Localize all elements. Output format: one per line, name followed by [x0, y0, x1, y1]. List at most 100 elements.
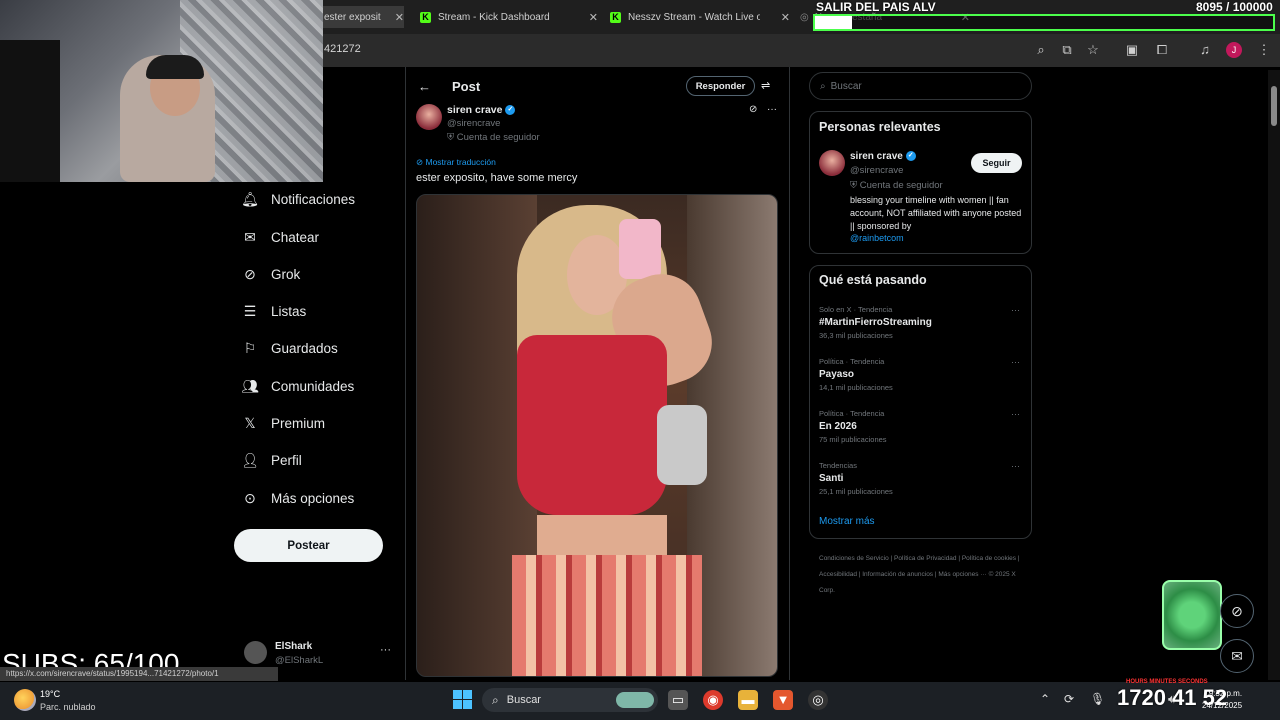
grok-icon[interactable]: ⊘ [749, 104, 757, 115]
avatar[interactable] [819, 150, 845, 176]
nav-perfil[interactable]: 👤︎ Perfil [241, 448, 302, 472]
translate-text: Mostrar traducción [425, 157, 496, 167]
reply-button[interactable]: Responder [686, 76, 755, 96]
mic-icon[interactable]: 🎙︎ [1090, 692, 1105, 706]
zoom-icon[interactable]: ⌕ [1033, 42, 1049, 58]
trend-item[interactable]: Política · Tendencia Payaso 14,1 mil pub… [819, 357, 1024, 392]
scrollbar[interactable] [1268, 70, 1280, 680]
trend-count: 14,1 mil publicaciones [819, 383, 893, 392]
close-icon[interactable]: ✕ [583, 11, 598, 24]
clock[interactable]: 9:32 p.m. 24/12/2025 [1202, 688, 1242, 712]
bookmark-star-icon[interactable]: ☆ [1085, 42, 1101, 58]
trend-count: 25,1 mil publicaciones [819, 487, 893, 496]
weather-temp[interactable]: 19°C [40, 689, 60, 699]
relevant-subscription: ⛨ Cuenta de seguidor [850, 180, 943, 191]
trend-name: #MartinFierroStreaming [819, 317, 932, 328]
clock-date: 24/12/2025 [1202, 701, 1243, 710]
search-icon: ⌕ [492, 692, 499, 707]
goal-count: 8095 / 100000 [1196, 0, 1273, 14]
chrome-icon: ◎ [800, 11, 809, 23]
trend-count: 36,3 mil publicaciones [819, 331, 893, 340]
profile-avatar[interactable]: J [1226, 42, 1242, 58]
sponsor-link[interactable]: @rainbetcom [850, 233, 904, 243]
person-icon: 👤︎ [241, 451, 259, 468]
nav-label: Listas [271, 303, 307, 319]
search-highlight-icon [616, 692, 654, 708]
more-icon[interactable]: ··· [1011, 409, 1020, 419]
more-icon[interactable]: ··· [1011, 357, 1020, 367]
weather-desc[interactable]: Parc. nublado [40, 702, 96, 712]
avatar[interactable] [416, 104, 442, 130]
trend-item[interactable]: Política · Tendencia En 2026 75 mil publ… [819, 409, 1024, 444]
grok-fab-icon[interactable]: ⊘ [1220, 594, 1254, 628]
translate-link[interactable]: ⊘ Mostrar traducción [416, 157, 496, 168]
obs-icon[interactable]: ◎ [808, 690, 828, 710]
account-handle[interactable]: @ElSharkL [275, 655, 323, 666]
webcam-overlay [0, 0, 323, 182]
nav-chatear[interactable]: ✉ Chatear [242, 225, 319, 249]
kick-icon: K [420, 11, 431, 23]
relevant-handle[interactable]: @sirencrave [850, 165, 903, 176]
back-arrow-icon[interactable]: ← [418, 79, 431, 94]
nav-listas[interactable]: ☰ Listas [242, 299, 307, 323]
trend-item[interactable]: Solo en X · Tendencia #MartinFierroStrea… [819, 305, 1024, 340]
nav-notificaciones[interactable]: 🔔︎ Notificaciones [241, 187, 355, 211]
media-icon[interactable]: ♫ [1197, 42, 1213, 58]
more-icon[interactable]: ··· [767, 104, 777, 115]
windows-start-icon[interactable] [453, 690, 472, 709]
more-circle-icon: ⊙ [244, 489, 256, 506]
relevant-sub-text: Cuenta de seguidor [859, 180, 943, 191]
account-name[interactable]: ElShark [275, 641, 312, 652]
menu-kebab-icon[interactable]: ⋮ [1256, 42, 1272, 58]
nav-grok[interactable]: ⊘ Grok [242, 262, 300, 286]
scrollbar-thumb[interactable] [1271, 86, 1277, 126]
weather-icon[interactable] [14, 689, 36, 711]
tab-nesszv-stream[interactable]: K Nesszv Stream - Watch Live on ✕ [610, 6, 790, 28]
search-placeholder: Buscar [830, 80, 862, 92]
status-url: https://x.com/sirencrave/status/1995194.… [0, 667, 278, 681]
relevant-name[interactable]: siren crave ✓ [850, 151, 916, 162]
post-button[interactable]: Postear [234, 529, 383, 562]
close-icon[interactable]: ✕ [389, 11, 404, 24]
more-icon[interactable]: ··· [380, 644, 391, 656]
nav-guardados[interactable]: ⚐ Guardados [242, 336, 338, 360]
sliders-icon[interactable]: ⇌ [761, 79, 770, 92]
tab-kick-dashboard[interactable]: K Stream - Kick Dashboard ✕ [420, 6, 598, 28]
more-icon[interactable]: ··· [1011, 305, 1020, 315]
nav-mas-opciones[interactable]: ⊙ Más opciones [242, 486, 354, 510]
close-icon[interactable]: ✕ [775, 11, 790, 24]
trend-item[interactable]: Tendencias Santi 25,1 mil publicaciones … [819, 461, 1024, 496]
goal-progress-bar [813, 14, 1275, 31]
chrome-icon[interactable]: ◉ [703, 690, 723, 710]
footer-links[interactable]: Condiciones de Servicio | Política de Pr… [819, 551, 1029, 599]
tab-x-post[interactable]: ester exposit ✕ [322, 6, 404, 28]
messages-fab-icon[interactable]: ✉ [1220, 639, 1254, 673]
file-explorer-icon[interactable]: ▬ [738, 690, 758, 710]
screenshot-icon[interactable]: ▣ [1124, 42, 1140, 58]
author-name[interactable]: siren crave ✓ [447, 104, 516, 116]
search-input[interactable]: ⌕ Buscar [809, 72, 1032, 100]
cast-icon[interactable]: ⧉ [1059, 42, 1075, 58]
relevant-title: Personas relevantes [819, 120, 941, 134]
sync-icon[interactable]: ⟳ [1064, 692, 1074, 706]
nav-premium[interactable]: 𝕏 Premium [242, 411, 325, 435]
follow-button[interactable]: Seguir [971, 153, 1022, 173]
chevron-up-icon[interactable]: ⌃ [1040, 692, 1050, 706]
url-field[interactable]: 421272 [324, 43, 361, 55]
bookmark-icon: ⚐ [243, 339, 257, 356]
post-photo[interactable] [416, 194, 778, 677]
avatar[interactable] [244, 641, 267, 664]
show-more-link[interactable]: Mostrar más [819, 516, 875, 527]
mail-icon: ✉ [244, 228, 256, 245]
taskbar-search[interactable]: ⌕ Buscar [482, 688, 658, 712]
trend-name: Payaso [819, 369, 855, 380]
author-handle[interactable]: @sirencrave [447, 118, 500, 129]
task-view-icon[interactable]: ▭ [668, 690, 688, 710]
trend-count: 75 mil publicaciones [819, 435, 887, 444]
trend-context: Solo en X · Tendencia [819, 305, 893, 314]
tab-title: ester exposit [324, 11, 381, 23]
nav-comunidades[interactable]: 👥︎ Comunidades [241, 374, 354, 398]
more-icon[interactable]: ··· [1011, 461, 1020, 471]
brave-icon[interactable]: ▼ [773, 690, 793, 710]
extensions-icon[interactable]: ⧠ [1154, 42, 1170, 58]
